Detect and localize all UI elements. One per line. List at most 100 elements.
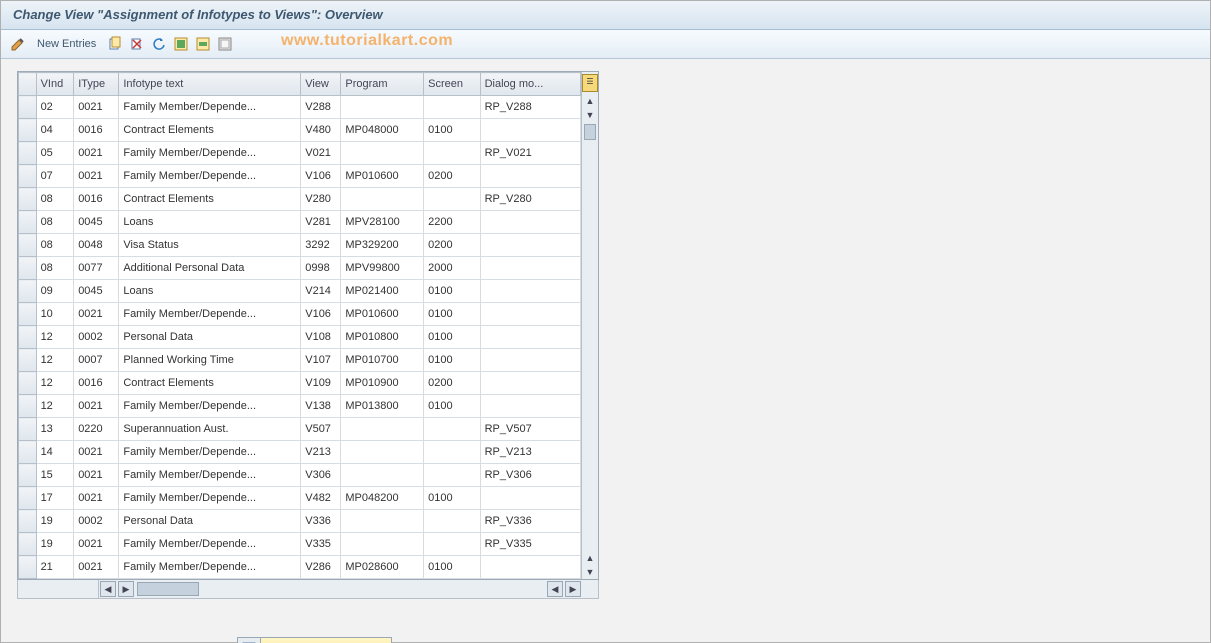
cell-text[interactable]: Family Member/Depende... [119,441,301,464]
cell-text[interactable]: Superannuation Aust. [119,418,301,441]
cell-itype[interactable]: 0002 [74,326,119,349]
cell-program[interactable]: MPV28100 [341,211,424,234]
cell-program[interactable] [341,142,424,165]
cell-view[interactable]: V213 [301,441,341,464]
cell-screen[interactable]: 0200 [424,372,480,395]
table-row[interactable]: 120007Planned Working TimeV107MP01070001… [19,349,581,372]
cell-text[interactable]: Loans [119,211,301,234]
new-entries-button[interactable]: New Entries [31,35,102,53]
cell-view[interactable]: V507 [301,418,341,441]
cell-text[interactable]: Contract Elements [119,119,301,142]
cell-vind[interactable]: 08 [36,188,74,211]
cell-screen[interactable] [424,96,480,119]
cell-vind[interactable]: 12 [36,372,74,395]
table-row[interactable]: 090045LoansV214MP0214000100 [19,280,581,303]
cell-text[interactable]: Family Member/Depende... [119,96,301,119]
col-program[interactable]: Program [341,73,424,96]
cell-vind[interactable]: 13 [36,418,74,441]
cell-itype[interactable]: 0021 [74,533,119,556]
cell-view[interactable]: 0998 [301,257,341,280]
col-text[interactable]: Infotype text [119,73,301,96]
scroll-up-icon[interactable]: ▲ [584,95,596,107]
cell-screen[interactable]: 2000 [424,257,480,280]
cell-text[interactable]: Family Member/Depende... [119,142,301,165]
hscroll-thumb[interactable] [137,582,199,596]
scroll-thumb[interactable] [584,124,596,140]
row-selector[interactable] [19,119,37,142]
cell-screen[interactable] [424,441,480,464]
table-row[interactable]: 130220Superannuation Aust.V507RP_V507 [19,418,581,441]
cell-vind[interactable]: 10 [36,303,74,326]
cell-dialog[interactable]: RP_V507 [480,418,580,441]
cell-view[interactable]: V107 [301,349,341,372]
cell-program[interactable]: MP028600 [341,556,424,579]
cell-dialog[interactable] [480,257,580,280]
cell-screen[interactable]: 0100 [424,280,480,303]
copy-as-icon[interactable] [106,35,124,53]
cell-itype[interactable]: 0016 [74,188,119,211]
cell-view[interactable]: V021 [301,142,341,165]
col-screen[interactable]: Screen [424,73,480,96]
cell-program[interactable]: MPV99800 [341,257,424,280]
cell-itype[interactable]: 0077 [74,257,119,280]
cell-text[interactable]: Contract Elements [119,188,301,211]
cell-text[interactable]: Family Member/Depende... [119,487,301,510]
cell-vind[interactable]: 09 [36,280,74,303]
cell-view[interactable]: V214 [301,280,341,303]
table-row[interactable]: 190021Family Member/Depende...V335RP_V33… [19,533,581,556]
hscroll-left2-icon[interactable]: ◀ [547,581,563,597]
position-button[interactable]: Position... [237,637,392,643]
cell-program[interactable]: MP329200 [341,234,424,257]
scroll-down-icon[interactable]: ▼ [584,109,596,121]
cell-text[interactable]: Family Member/Depende... [119,464,301,487]
cell-program[interactable]: MP010700 [341,349,424,372]
cell-itype[interactable]: 0016 [74,372,119,395]
col-view[interactable]: View [301,73,341,96]
table-row[interactable]: 020021Family Member/Depende...V288RP_V28… [19,96,581,119]
cell-view[interactable]: V336 [301,510,341,533]
row-selector[interactable] [19,533,37,556]
row-selector[interactable] [19,165,37,188]
table-row[interactable]: 070021Family Member/Depende...V106MP0106… [19,165,581,188]
cell-dialog[interactable] [480,303,580,326]
hscroll-left-icon[interactable]: ◀ [100,581,116,597]
cell-program[interactable]: MP048200 [341,487,424,510]
cell-view[interactable]: V281 [301,211,341,234]
row-selector[interactable] [19,556,37,579]
cell-vind[interactable]: 05 [36,142,74,165]
cell-view[interactable]: V109 [301,372,341,395]
cell-vind[interactable]: 19 [36,533,74,556]
cell-view[interactable]: V306 [301,464,341,487]
cell-program[interactable] [341,510,424,533]
row-selector[interactable] [19,510,37,533]
cell-vind[interactable]: 19 [36,510,74,533]
cell-dialog[interactable]: RP_V336 [480,510,580,533]
hscroll-right2-icon[interactable]: ▶ [565,581,581,597]
cell-screen[interactable] [424,188,480,211]
table-row[interactable]: 050021Family Member/Depende...V021RP_V02… [19,142,581,165]
row-selector[interactable] [19,96,37,119]
table-row[interactable]: 080045LoansV281MPV281002200 [19,211,581,234]
cell-itype[interactable]: 0045 [74,211,119,234]
cell-program[interactable]: MP010600 [341,303,424,326]
cell-view[interactable]: V286 [301,556,341,579]
cell-view[interactable]: V280 [301,188,341,211]
cell-dialog[interactable]: RP_V280 [480,188,580,211]
cell-vind[interactable]: 17 [36,487,74,510]
cell-program[interactable] [341,188,424,211]
cell-dialog[interactable] [480,395,580,418]
cell-text[interactable]: Visa Status [119,234,301,257]
cell-program[interactable]: MP048000 [341,119,424,142]
cell-screen[interactable]: 0100 [424,395,480,418]
cell-text[interactable]: Family Member/Depende... [119,395,301,418]
cell-screen[interactable] [424,142,480,165]
col-dialog[interactable]: Dialog mo... [480,73,580,96]
cell-view[interactable]: V288 [301,96,341,119]
cell-dialog[interactable]: RP_V335 [480,533,580,556]
table-row[interactable]: 120016Contract ElementsV109MP0109000200 [19,372,581,395]
cell-program[interactable]: MP021400 [341,280,424,303]
cell-dialog[interactable]: RP_V021 [480,142,580,165]
row-selector[interactable] [19,234,37,257]
cell-dialog[interactable]: RP_V288 [480,96,580,119]
cell-view[interactable]: V106 [301,165,341,188]
